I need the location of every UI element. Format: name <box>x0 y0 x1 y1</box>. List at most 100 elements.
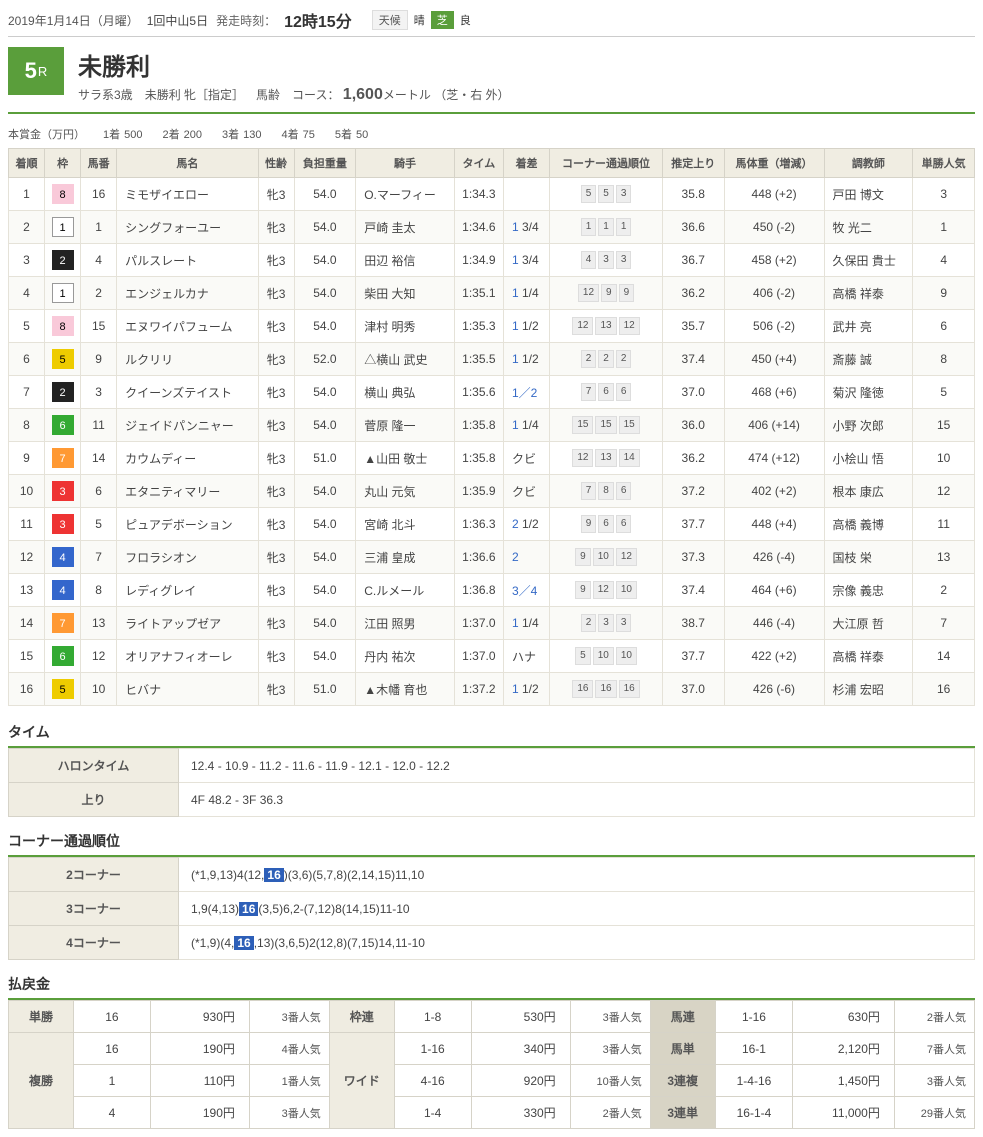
prize-label: 本賞金（万円） <box>8 126 85 142</box>
corner-label: 2コーナー <box>9 858 179 892</box>
trainer: 斎藤 誠 <box>824 343 913 376</box>
race-subtitle: サラ系3歳 未勝利 牝［指定］ 馬齢 コース： 1,600メートル （芝・右 外… <box>78 86 975 104</box>
jockey: 津村 明秀 <box>356 310 455 343</box>
corner-label: 4コーナー <box>9 926 179 960</box>
fukusho-pop-1: 1番人気 <box>249 1065 329 1097</box>
bet-umaren: 馬連 <box>650 1001 715 1033</box>
table-row: 723クイーンズテイスト牝354.0横山 典弘1:35.61／276637.04… <box>9 376 975 409</box>
waku-badge: 7 <box>52 613 74 633</box>
waku-badge: 4 <box>52 580 74 600</box>
trainer: 高橋 義博 <box>824 508 913 541</box>
jockey: 宮崎 北斗 <box>356 508 455 541</box>
column-header: 着順 <box>9 149 45 178</box>
jockey: 田辺 裕信 <box>356 244 455 277</box>
horse-name: シングフォーユー <box>117 211 258 244</box>
post-time: 12時15分 <box>284 8 352 32</box>
horse-name: ルクリリ <box>117 343 258 376</box>
table-row: 5815エヌワイパフューム牝354.0津村 明秀1:35.31 1/212131… <box>9 310 975 343</box>
wide-amt-1: 920円 <box>471 1065 570 1097</box>
header-line: 2019年1月14日（月曜） 1回中山5日 発走時刻： 12時15分 天候 晴 … <box>8 8 975 37</box>
horse-name: エヌワイパフューム <box>117 310 258 343</box>
prize-val: 200 <box>184 129 202 141</box>
wide-combo-2: 1-4 <box>394 1097 471 1129</box>
table-row: 1135ピュアデボーション牝354.0宮崎 北斗1:36.32 1/296637… <box>9 508 975 541</box>
race-cond: 未勝利 牝［指定］ <box>145 86 244 103</box>
horse-name: ライトアップゼア <box>117 607 258 640</box>
prize-rank: 2着 <box>162 129 179 141</box>
umaren-pop: 2番人気 <box>894 1001 974 1033</box>
table-row: 1816ミモザイエロー牝354.0O.マーフィー1:34.355335.8448… <box>9 178 975 211</box>
waku-badge: 3 <box>52 481 74 501</box>
trainer: 大江原 哲 <box>824 607 913 640</box>
agari-value: 4F 48.2 - 3F 36.3 <box>179 783 975 817</box>
table-row: 1247フロラシオン牝354.0三浦 皇成1:36.629101237.3426… <box>9 541 975 574</box>
tansho-amt: 930円 <box>150 1001 249 1033</box>
trainer: 菊沢 隆徳 <box>824 376 913 409</box>
tansho-num: 16 <box>73 1001 150 1033</box>
prize-val: 50 <box>356 129 368 141</box>
dist-unit: メートル <box>383 88 431 102</box>
trainer: 根本 康広 <box>824 475 913 508</box>
corner-order: (*1,9,13)4(12,16)(3,6)(5,7,8)(2,14,15)11… <box>179 858 975 892</box>
race-class: サラ系3歳 <box>78 86 133 103</box>
prize-rank: 3着 <box>222 129 239 141</box>
bet-tansho: 単勝 <box>9 1001 74 1033</box>
column-header: 枠 <box>45 149 81 178</box>
bet-umatan: 馬単 <box>650 1033 715 1065</box>
jockey: C.ルメール <box>356 574 455 607</box>
horse-name: エンジェルカナ <box>117 277 258 310</box>
jockey: 戸崎 圭太 <box>356 211 455 244</box>
race-name: 未勝利 <box>78 47 975 82</box>
weather-label: 天候 <box>372 10 408 30</box>
jockey: 三浦 皇成 <box>356 541 455 574</box>
payout-table: 単勝 16 930円 3番人気 枠連 1-8 530円 3番人気 馬連 1-16… <box>8 1000 975 1129</box>
wide-pop-0: 3番人気 <box>570 1033 650 1065</box>
trainer: 杉浦 宏昭 <box>824 673 913 706</box>
waku-badge: 1 <box>52 217 74 237</box>
waku-badge: 7 <box>52 448 74 468</box>
jockey: 江田 照男 <box>356 607 455 640</box>
jockey: 横山 典弘 <box>356 376 455 409</box>
table-row: 8611ジェイドパンニャー牝354.0菅原 隆一1:35.81 1/415151… <box>9 409 975 442</box>
column-header: コーナー通過順位 <box>550 149 663 178</box>
wide-pop-2: 2番人気 <box>570 1097 650 1129</box>
waku-badge: 8 <box>52 316 74 336</box>
fukusho-num-2: 4 <box>73 1097 150 1129</box>
horse-name: ミモザイエロー <box>117 178 258 211</box>
bet-fukusho: 複勝 <box>9 1033 74 1129</box>
jockey: 菅原 隆一 <box>356 409 455 442</box>
course-note: （芝・右 外） <box>434 88 509 102</box>
waku-badge: 8 <box>52 184 74 204</box>
course-label: コース： <box>292 88 339 102</box>
waku-badge: 6 <box>52 415 74 435</box>
umaren-amt: 630円 <box>793 1001 895 1033</box>
table-row: 15612オリアナフィオーレ牝354.0丹内 祐次1:37.0ハナ5101037… <box>9 640 975 673</box>
column-header: 推定上り <box>662 149 724 178</box>
sanrenpuku-amt: 1,450円 <box>793 1065 895 1097</box>
sanrenpuku-pop: 3番人気 <box>894 1065 974 1097</box>
bet-sanrenpuku: 3連複 <box>650 1065 715 1097</box>
waku-badge: 2 <box>52 382 74 402</box>
horse-name: オリアナフィオーレ <box>117 640 258 673</box>
horse-name: パルスレート <box>117 244 258 277</box>
umatan-pop: 7番人気 <box>894 1033 974 1065</box>
table-row: 412エンジェルカナ牝354.0柴田 大知1:35.11 1/4129936.2… <box>9 277 975 310</box>
trainer: 高橋 祥泰 <box>824 277 913 310</box>
waku-badge: 5 <box>52 679 74 699</box>
prize-rank: 4着 <box>281 129 298 141</box>
jockey: △横山 武史 <box>356 343 455 376</box>
corner-title: コーナー通過順位 <box>8 831 975 857</box>
corner-order: 1,9(4,13)16(3,5)6,2-(7,12)8(14,15)11-10 <box>179 892 975 926</box>
wide-combo-0: 1-16 <box>394 1033 471 1065</box>
waku-badge: 5 <box>52 349 74 369</box>
bet-sanrentan: 3連単 <box>650 1097 715 1129</box>
table-row: 659ルクリリ牝352.0△横山 武史1:35.51 1/222237.4450… <box>9 343 975 376</box>
waku-badge: 2 <box>52 250 74 270</box>
horse-name: エタニティマリー <box>117 475 258 508</box>
corner-label: 3コーナー <box>9 892 179 926</box>
trainer: 武井 亮 <box>824 310 913 343</box>
wakuren-amt: 530円 <box>471 1001 570 1033</box>
jockey: ▲木幡 育也 <box>356 673 455 706</box>
wide-amt-2: 330円 <box>471 1097 570 1129</box>
fukusho-pop-0: 4番人気 <box>249 1033 329 1065</box>
